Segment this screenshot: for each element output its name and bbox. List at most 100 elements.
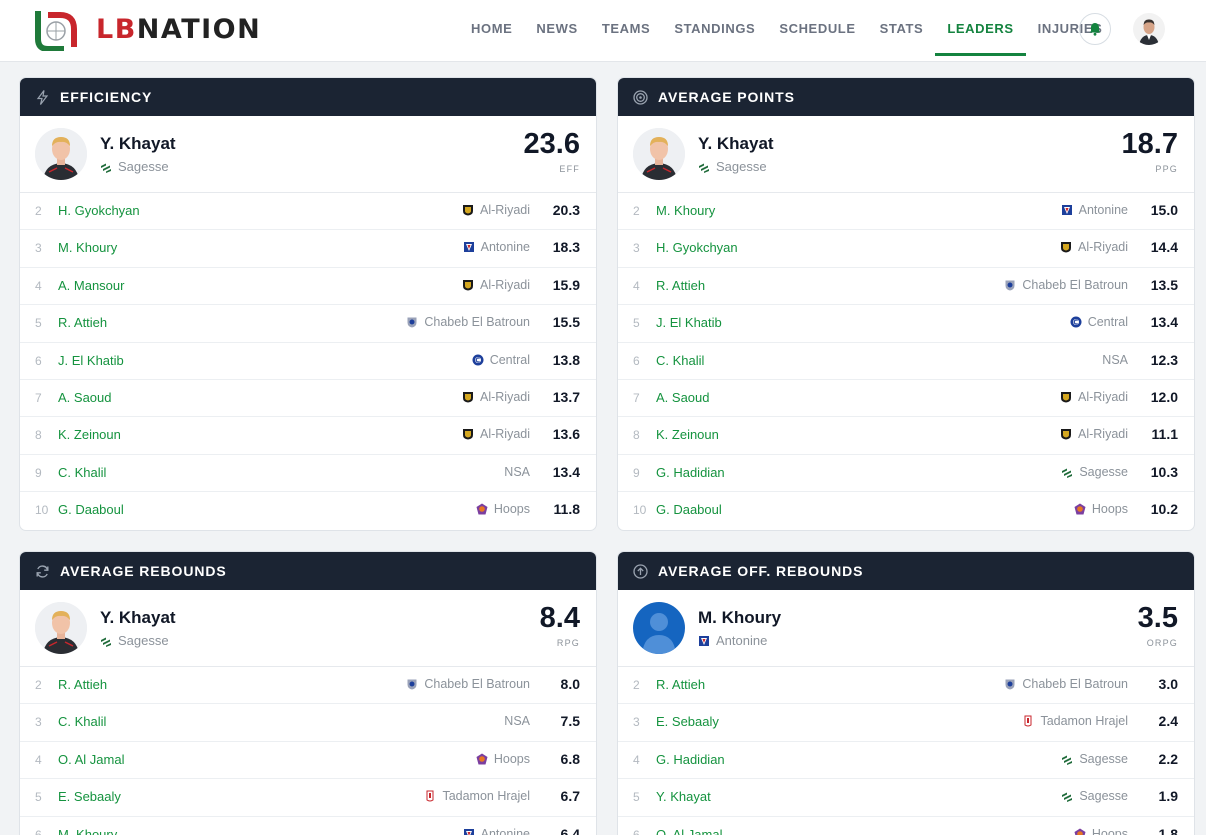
leader-photo <box>35 128 87 180</box>
player-name-link[interactable]: K. Zeinoun <box>656 427 719 442</box>
rank: 5 <box>633 316 640 331</box>
leader-name[interactable]: Y. Khayat <box>698 134 774 154</box>
list-item[interactable]: 8 K. Zeinoun Al-Riyadi 13.6 <box>20 417 596 455</box>
list-item[interactable]: 2 H. Gyokchyan Al-Riyadi 20.3 <box>20 193 596 231</box>
player-name-link[interactable]: Y. Khayat <box>656 789 711 804</box>
team: Al-Riyadi <box>1060 390 1128 404</box>
player-name-link[interactable]: A. Saoud <box>58 390 112 405</box>
list-item[interactable]: 6 O. Al Jamal Hoops 1.8 <box>618 817 1194 835</box>
list-item[interactable]: 4 O. Al Jamal Hoops 6.8 <box>20 742 596 780</box>
rank: 3 <box>35 241 42 256</box>
leader-name[interactable]: M. Khoury <box>698 608 781 628</box>
player-name-link[interactable]: C. Khalil <box>656 353 704 368</box>
list-item[interactable]: 5 R. Attieh Chabeb El Batroun 15.5 <box>20 305 596 343</box>
player-name-link[interactable]: M. Khoury <box>58 240 117 255</box>
player-name-link[interactable]: A. Saoud <box>656 390 710 405</box>
list-item[interactable]: 5 J. El Khatib Central 13.4 <box>618 305 1194 343</box>
player-name-link[interactable]: O. Al Jamal <box>656 827 722 835</box>
team-name: Sagesse <box>1079 789 1128 804</box>
team: Sagesse <box>1061 465 1128 479</box>
player-name-link[interactable]: M. Khoury <box>656 203 715 218</box>
stat-value: 13.4 <box>1150 314 1178 331</box>
player-name-link[interactable]: H. Gyokchyan <box>58 203 140 218</box>
stat-value: 6.4 <box>560 825 580 835</box>
list-item[interactable]: 4 A. Mansour Al-Riyadi 15.9 <box>20 268 596 306</box>
stat-value: 11.1 <box>1151 426 1178 443</box>
lbnation-logo[interactable] <box>34 9 78 51</box>
leader-row[interactable]: Y. Khayat Sagesse 23.6 EFF <box>20 116 596 193</box>
player-name-link[interactable]: H. Gyokchyan <box>656 240 738 255</box>
player-name-link[interactable]: K. Zeinoun <box>58 427 121 442</box>
nav-stats[interactable]: STATS <box>868 0 936 56</box>
brand-wordmark[interactable]: LBNATION <box>96 14 261 46</box>
team: Chabeb El Batroun <box>406 677 530 691</box>
player-name-link[interactable]: G. Daaboul <box>656 502 722 517</box>
list-item[interactable]: 8 K. Zeinoun Al-Riyadi 11.1 <box>618 417 1194 455</box>
nav-home[interactable]: HOME <box>459 0 524 56</box>
player-name-link[interactable]: C. Khalil <box>58 714 106 729</box>
list-item[interactable]: 9 G. Hadidian Sagesse 10.3 <box>618 455 1194 493</box>
card-header-icon <box>633 89 648 105</box>
leader-team-name: Sagesse <box>716 159 767 174</box>
team-name: Al-Riyadi <box>479 427 530 442</box>
leader-row[interactable]: Y. Khayat Sagesse 18.7 PPG <box>618 116 1194 193</box>
player-name-link[interactable]: G. Hadidian <box>656 752 725 767</box>
player-name-link[interactable]: C. Khalil <box>58 465 106 480</box>
list-item[interactable]: 2 R. Attieh Chabeb El Batroun 3.0 <box>618 667 1194 705</box>
player-name-link[interactable]: R. Attieh <box>58 315 107 330</box>
leader-row[interactable]: M. Khoury Antonine 3.5 ORPG <box>618 590 1194 667</box>
team-name: Chabeb El Batroun <box>424 677 530 691</box>
list-item[interactable]: 5 E. Sebaaly Tadamon Hrajel 6.7 <box>20 779 596 817</box>
list-item[interactable]: 3 E. Sebaaly Tadamon Hrajel 2.4 <box>618 704 1194 742</box>
player-name-link[interactable]: R. Attieh <box>656 278 705 293</box>
list-item[interactable]: 4 G. Hadidian Sagesse 2.2 <box>618 742 1194 780</box>
player-name-link[interactable]: G. Daaboul <box>58 502 124 517</box>
player-name-link[interactable]: M. Khoury <box>58 827 117 835</box>
nav-teams[interactable]: TEAMS <box>590 0 663 56</box>
card-header-icon <box>633 563 648 579</box>
team: Hoops <box>476 752 530 766</box>
player-name-link[interactable]: O. Al Jamal <box>58 752 124 767</box>
list-item[interactable]: 10 G. Daaboul Hoops 10.2 <box>618 492 1194 529</box>
leader-value: 18.7 <box>1121 128 1178 160</box>
list-item[interactable]: 2 M. Khoury Antonine 15.0 <box>618 193 1194 231</box>
nav-schedule[interactable]: SCHEDULE <box>767 0 867 56</box>
list-item[interactable]: 7 A. Saoud Al-Riyadi 13.7 <box>20 380 596 418</box>
list-item[interactable]: 2 R. Attieh Chabeb El Batroun 8.0 <box>20 667 596 705</box>
player-name-link[interactable]: E. Sebaaly <box>656 714 719 729</box>
leader-unit: EFF <box>559 164 580 174</box>
leader-name[interactable]: Y. Khayat <box>100 608 176 628</box>
rank: 6 <box>633 827 640 835</box>
player-name-link[interactable]: J. El Khatib <box>58 353 124 368</box>
leader-row[interactable]: Y. Khayat Sagesse 8.4 RPG <box>20 590 596 667</box>
nav-news[interactable]: NEWS <box>524 0 589 56</box>
list-item[interactable]: 6 J. El Khatib Central 13.8 <box>20 343 596 380</box>
list-item[interactable]: 9 C. Khalil NSA 13.4 <box>20 455 596 493</box>
team-name: Sagesse <box>1079 464 1128 479</box>
player-name-link[interactable]: E. Sebaaly <box>58 789 121 804</box>
nav-standings[interactable]: STANDINGS <box>662 0 767 56</box>
list-item[interactable]: 3 H. Gyokchyan Al-Riyadi 14.4 <box>618 230 1194 268</box>
player-name-link[interactable]: G. Hadidian <box>656 465 725 480</box>
team-name: Antonine <box>480 826 530 835</box>
team-name: Chabeb El Batroun <box>1022 677 1128 691</box>
team: Central <box>472 353 530 367</box>
rank: 2 <box>633 678 640 692</box>
list-item[interactable]: 3 M. Khoury Antonine 18.3 <box>20 230 596 268</box>
list-item[interactable]: 10 G. Daaboul Hoops 11.8 <box>20 492 596 529</box>
player-name-link[interactable]: A. Mansour <box>58 278 124 293</box>
player-name-link[interactable]: R. Attieh <box>656 677 705 692</box>
list-item[interactable]: 6 C. Khalil NSA 12.3 <box>618 343 1194 380</box>
nav-leaders[interactable]: LEADERS <box>935 0 1026 56</box>
list-item[interactable]: 4 R. Attieh Chabeb El Batroun 13.5 <box>618 268 1194 306</box>
leader-name[interactable]: Y. Khayat <box>100 134 176 154</box>
user-avatar[interactable] <box>1133 13 1165 45</box>
team: Tadamon Hrajel <box>1022 714 1128 728</box>
list-item[interactable]: 3 C. Khalil NSA 7.5 <box>20 704 596 742</box>
list-item[interactable]: 6 M. Khoury Antonine 6.4 <box>20 817 596 835</box>
list-item[interactable]: 5 Y. Khayat Sagesse 1.9 <box>618 779 1194 817</box>
notifications-button[interactable] <box>1079 13 1111 45</box>
player-name-link[interactable]: J. El Khatib <box>656 315 722 330</box>
list-item[interactable]: 7 A. Saoud Al-Riyadi 12.0 <box>618 380 1194 418</box>
player-name-link[interactable]: R. Attieh <box>58 677 107 692</box>
